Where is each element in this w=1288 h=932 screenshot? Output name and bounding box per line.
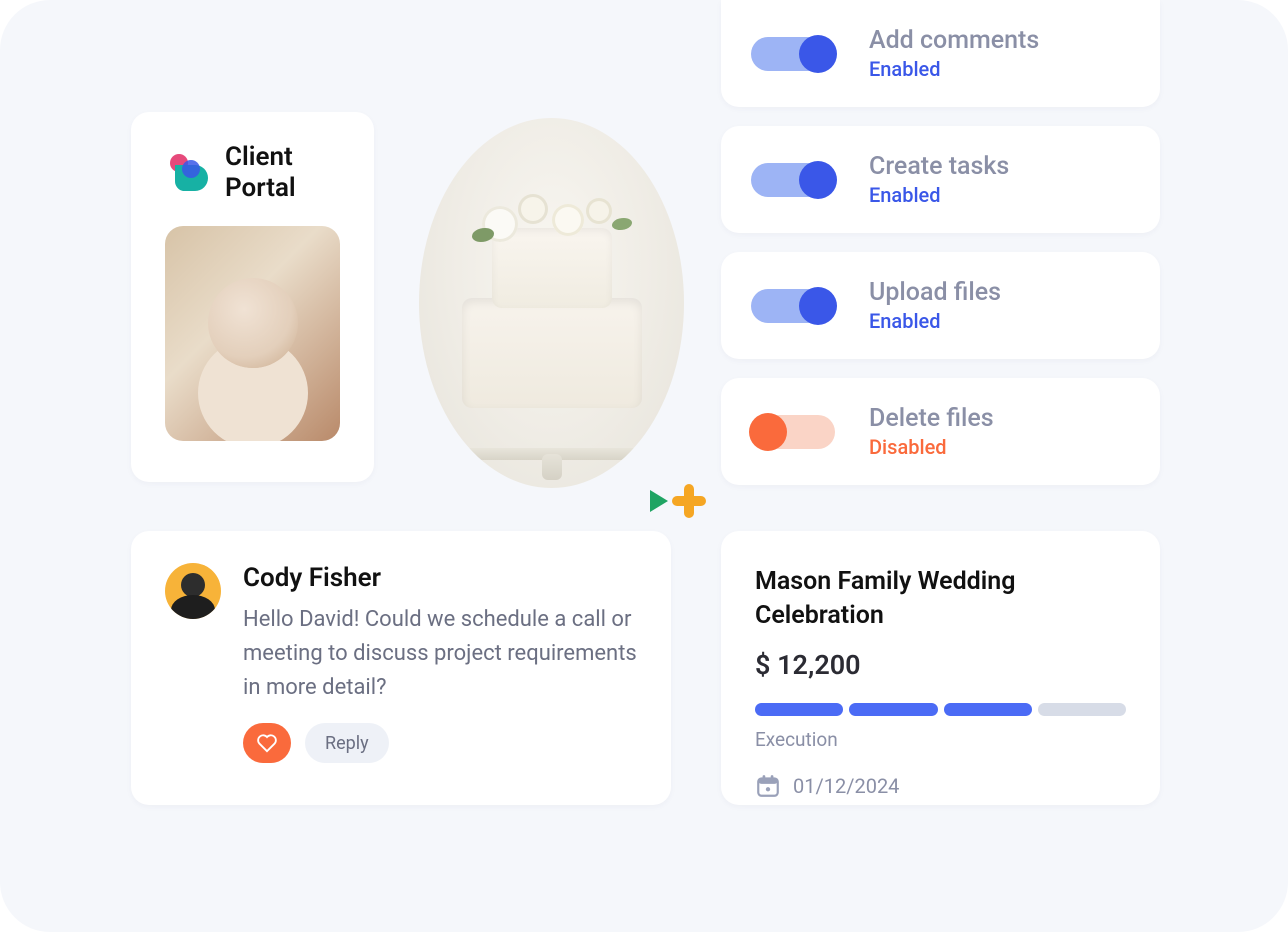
project-title: Mason Family Wedding Celebration — [755, 565, 1126, 633]
sparkle-decoration-icon — [650, 484, 710, 520]
client-portal-title: Client Portal — [225, 142, 340, 204]
toggle-add-comments[interactable] — [751, 37, 835, 71]
progress-segment — [755, 703, 843, 716]
project-stage: Execution — [755, 728, 1126, 751]
project-date: 01/12/2024 — [793, 774, 899, 798]
progress-segment — [849, 703, 937, 716]
toggle-upload-files[interactable] — [751, 289, 835, 323]
permission-label: Upload files — [869, 278, 1001, 307]
comment-author-avatar — [165, 563, 221, 619]
wedding-cake-image — [419, 118, 684, 488]
like-button[interactable] — [243, 723, 291, 763]
comment-card: Cody Fisher Hello David! Could we schedu… — [131, 531, 671, 805]
permission-add-comments: Add comments Enabled — [721, 0, 1160, 107]
permission-status: Disabled — [869, 435, 994, 459]
permission-label: Create tasks — [869, 152, 1009, 181]
comment-message: Hello David! Could we schedule a call or… — [243, 603, 637, 705]
permission-status: Enabled — [869, 309, 1001, 333]
project-date-row: 01/12/2024 — [755, 773, 1126, 799]
reply-button-label: Reply — [325, 733, 369, 754]
project-card[interactable]: Mason Family Wedding Celebration $ 12,20… — [721, 531, 1160, 805]
permission-label: Delete files — [869, 404, 994, 433]
project-progress-bar — [755, 703, 1126, 716]
progress-segment — [944, 703, 1032, 716]
reply-button[interactable]: Reply — [305, 723, 389, 763]
project-amount: $ 12,200 — [755, 649, 1126, 681]
permission-status: Enabled — [869, 57, 1039, 81]
calendar-icon — [755, 773, 781, 799]
toggle-create-tasks[interactable] — [751, 163, 835, 197]
progress-segment — [1038, 703, 1126, 716]
toggle-delete-files[interactable] — [751, 415, 835, 449]
heart-icon — [256, 733, 278, 753]
permission-create-tasks: Create tasks Enabled — [721, 126, 1160, 233]
client-photo — [165, 226, 340, 441]
client-portal-header: Client Portal — [165, 142, 340, 204]
permission-label: Add comments — [869, 26, 1039, 55]
app-canvas: Client Portal Add comments Enabled Creat… — [0, 0, 1288, 932]
comment-author-name: Cody Fisher — [243, 563, 637, 593]
permission-upload-files: Upload files Enabled — [721, 252, 1160, 359]
client-portal-card: Client Portal — [131, 112, 374, 482]
permission-status: Enabled — [869, 183, 1009, 207]
client-portal-logo-icon — [165, 151, 209, 195]
comment-actions: Reply — [243, 723, 637, 763]
permission-delete-files: Delete files Disabled — [721, 378, 1160, 485]
